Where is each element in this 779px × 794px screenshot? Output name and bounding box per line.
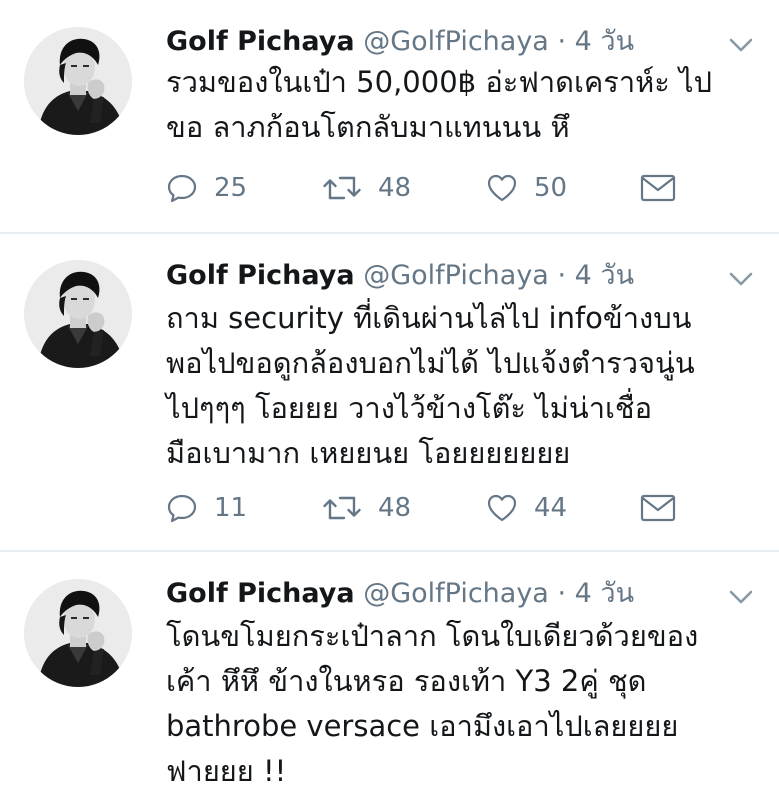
reply-button[interactable]: 25 — [166, 168, 247, 208]
mail-icon — [640, 493, 676, 523]
avatar[interactable] — [24, 260, 132, 368]
tweet-text-line: โดนขโมยกระเป๋าลาก โดนใบเดียวด้วยของ — [166, 619, 699, 653]
dm-button[interactable] — [640, 488, 676, 528]
retweet-icon — [322, 492, 362, 524]
retweet-button[interactable]: 48 — [322, 488, 411, 528]
display-name[interactable]: Golf Pichaya — [166, 578, 355, 609]
reply-button[interactable]: 11 — [166, 488, 247, 528]
tweet-header: Golf Pichaya @GolfPichaya · 4 วัน — [166, 24, 634, 60]
tweet-text: รวมของในเป๋า 50,000฿ อ่ะฟาดเคราห์ะ ไป ขอ… — [166, 60, 766, 150]
tweet-text-line: มือเบามาก เหยยนย โอยยยยยยย — [166, 436, 571, 470]
tweet-actions: 25 48 50 — [166, 168, 686, 208]
dm-button[interactable] — [640, 168, 676, 208]
heart-icon — [486, 172, 518, 204]
retweet-icon — [322, 172, 362, 204]
retweet-count: 48 — [378, 173, 412, 203]
tweet-text: โดนขโมยกระเป๋าลาก โดนใบเดียวด้วยของ เค้า… — [166, 614, 766, 794]
tweet-text-line: ถาม security ที่เดินผ่านไล่ไป infoข้างบน — [166, 301, 692, 335]
tweet[interactable]: Golf Pichaya @GolfPichaya · 4 วัน ถาม se… — [0, 234, 779, 552]
tweet-text-line: ฟายยย !! — [166, 754, 287, 788]
timestamp[interactable]: 4 วัน — [575, 578, 634, 609]
timestamp[interactable]: 4 วัน — [575, 260, 634, 291]
reply-count: 25 — [214, 173, 248, 203]
display-name[interactable]: Golf Pichaya — [166, 26, 355, 57]
separator: · — [557, 578, 567, 609]
timestamp[interactable]: 4 วัน — [575, 26, 634, 57]
chevron-down-icon[interactable] — [728, 36, 754, 54]
like-button[interactable]: 44 — [486, 488, 567, 528]
chevron-down-icon[interactable] — [728, 270, 754, 288]
tweet-text-line: เค้า หึหึ ข้างในหรอ รองเท้า Y3 2คู่ ชุด — [166, 664, 647, 698]
tweet-text-line: ไปๆๆๆ โอยยย วางไว้ข้างโต๊ะ ไม่น่าเชื่อ — [166, 391, 653, 425]
like-count: 50 — [534, 173, 568, 203]
user-handle[interactable]: @GolfPichaya — [363, 578, 549, 609]
separator: · — [557, 26, 567, 57]
reply-icon — [166, 172, 198, 204]
separator: · — [557, 260, 567, 291]
mail-icon — [640, 173, 676, 203]
tweet-text-line: ขอ ลาภก้อนโตกลับมาแทนนน หึ — [166, 110, 570, 144]
tweet-text-line: รวมของในเป๋า 50,000฿ อ่ะฟาดเคราห์ะ ไป — [166, 65, 713, 99]
tweet-text-line: พอไปขอดูกล้องบอกไม่ได้ ไปแจ้งตำรวจนู่น — [166, 346, 695, 380]
tweet-header: Golf Pichaya @GolfPichaya · 4 วัน — [166, 258, 634, 294]
tweet[interactable]: Golf Pichaya @GolfPichaya · 4 วัน โดนขโม… — [0, 552, 779, 790]
tweet-text-line: bathrobe versace เอามึงเอาไปเลยยยย — [166, 709, 679, 743]
retweet-count: 48 — [378, 493, 412, 523]
tweet[interactable]: Golf Pichaya @GolfPichaya · 4 วัน รวมของ… — [0, 0, 779, 234]
tweet-header: Golf Pichaya @GolfPichaya · 4 วัน — [166, 576, 634, 612]
tweet-text: ถาม security ที่เดินผ่านไล่ไป infoข้างบน… — [166, 296, 766, 476]
chevron-down-icon[interactable] — [728, 588, 754, 606]
user-handle[interactable]: @GolfPichaya — [363, 260, 549, 291]
user-handle[interactable]: @GolfPichaya — [363, 26, 549, 57]
tweet-actions: 11 48 44 — [166, 488, 686, 528]
retweet-button[interactable]: 48 — [322, 168, 411, 208]
avatar[interactable] — [24, 27, 132, 135]
like-button[interactable]: 50 — [486, 168, 567, 208]
heart-icon — [486, 492, 518, 524]
display-name[interactable]: Golf Pichaya — [166, 260, 355, 291]
reply-count: 11 — [214, 493, 248, 523]
like-count: 44 — [534, 493, 568, 523]
avatar[interactable] — [24, 579, 132, 687]
reply-icon — [166, 492, 198, 524]
